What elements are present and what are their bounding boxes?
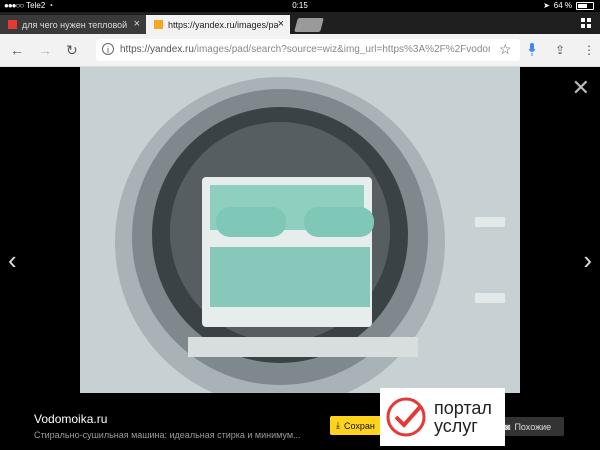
previous-image-icon[interactable]: ‹ — [8, 245, 17, 276]
tab-yandex-images[interactable]: https://yandex.ru/images/pa × — [146, 15, 290, 34]
battery-icon — [576, 1, 594, 10]
close-tab-icon[interactable]: × — [134, 18, 140, 30]
portal-uslug-watermark: портал услуг — [380, 388, 505, 446]
camera-icon: ◙ — [505, 421, 511, 432]
download-icon: ⤓ — [336, 420, 340, 430]
similar-button[interactable]: ◙ Похожие — [500, 417, 564, 436]
bookmark-star-icon[interactable]: ☆ — [499, 41, 512, 57]
back-icon[interactable]: ← — [10, 42, 24, 58]
location-icon: ➤ — [543, 1, 550, 10]
share-icon[interactable]: ⇪ — [555, 42, 565, 58]
info-icon[interactable]: i — [102, 43, 114, 55]
close-viewer-icon[interactable]: ✕ — [572, 75, 590, 101]
similar-label: Похожие — [514, 421, 552, 432]
tab-label: https://yandex.ru/images/pa — [168, 19, 278, 30]
clock: 0:15 — [292, 1, 308, 10]
url-text[interactable]: https://yandex.ru/images/pad/search?sour… — [120, 44, 490, 55]
close-tab-icon[interactable]: × — [278, 18, 284, 30]
watermark-line1: портал — [434, 398, 492, 418]
save-label: Сохран — [343, 420, 375, 431]
address-bar[interactable]: i https://yandex.ru/images/pad/search?so… — [96, 39, 520, 61]
next-image-icon[interactable]: › — [583, 245, 592, 276]
watermark-line2: услуг — [434, 416, 478, 436]
tab-switcher-icon[interactable] — [581, 18, 591, 28]
washer-dryer-photo — [80, 67, 520, 393]
browser-toolbar: ← → ↻ i https://yandex.ru/images/pad/sea… — [0, 34, 600, 67]
image-caption: Vodomoika.ru Стирально-сушильная машина:… — [34, 412, 301, 440]
forward-icon[interactable]: → — [38, 42, 52, 58]
url-host: https://yandex.ru — [120, 44, 194, 55]
battery-label: 64 % — [553, 1, 572, 10]
microphone-icon[interactable] — [528, 43, 536, 57]
reload-icon[interactable]: ↻ — [66, 42, 78, 58]
source-site-link[interactable]: Vodomoika.ru — [34, 412, 301, 426]
yandex-favicon-icon — [8, 20, 17, 29]
checkmark-logo-icon — [386, 397, 426, 437]
menu-icon[interactable]: ⋮ — [583, 42, 595, 58]
tab-label: для чего нужен тепловой — [22, 19, 128, 30]
tab-search[interactable]: для чего нужен тепловой × — [0, 15, 146, 34]
status-bar: ●●●○○ Tele2 ◔ 0:15 ➤ 64 % — [0, 0, 600, 12]
url-path: /images/pad/search?source=wiz&img_url=ht… — [193, 44, 490, 55]
tab-strip: для чего нужен тепловой × https://yandex… — [0, 12, 600, 34]
image-viewer: ✕ ‹ › Vodomoika.ru Стирально-сушильная м… — [0, 67, 600, 450]
image-description: Стирально-сушильная машина: идеальная ст… — [34, 430, 301, 440]
new-tab-button[interactable] — [294, 18, 324, 32]
image-favicon-icon — [154, 20, 163, 29]
